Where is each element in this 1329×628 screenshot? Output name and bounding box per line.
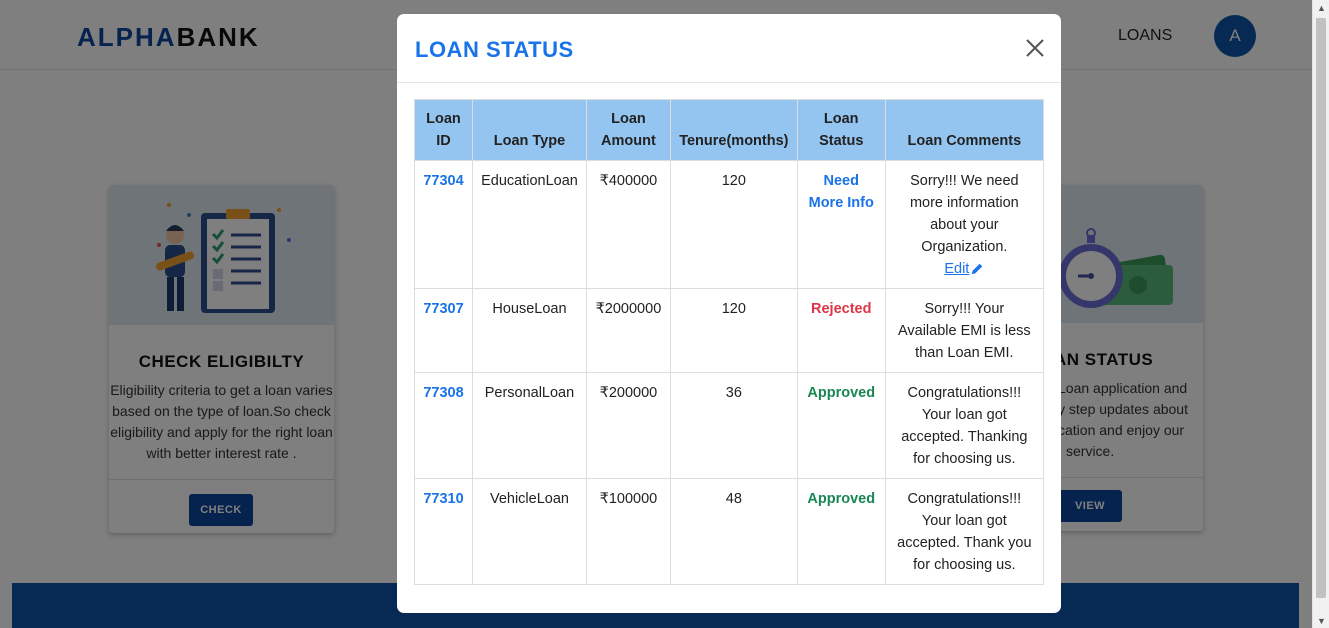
loan-amount-cell: ₹400000 [585,160,671,289]
column-header-loan-amount: Loan Amount [585,99,671,161]
tenure-cell: 48 [669,478,798,585]
loan-type-cell: PersonalLoan [471,372,587,479]
loan-amount-cell: ₹100000 [585,478,671,585]
scroll-up-icon[interactable]: ▲ [1317,3,1326,13]
loan-amount-cell: ₹200000 [585,372,671,479]
loan-status-cell: Need More Info [796,160,886,289]
loan-comments-cell: Congratulations!!! Your loan got accepte… [884,478,1045,585]
scroll-thumb[interactable] [1316,18,1326,598]
column-header-loan-id: Loan ID [414,99,473,161]
table-row: 77310 VehicleLoan ₹100000 48 Approved Co… [414,478,1045,585]
loan-status-table: Loan ID Loan Type Loan Amount Tenure(mon… [414,99,1045,585]
edit-link[interactable]: Edit [944,258,984,280]
comment-text: Sorry!!! We need more information about … [909,173,1019,255]
loan-comments-cell: Congratulations!!! Your loan got accepte… [884,372,1045,479]
loan-comments-cell: Sorry!!! We need more information about … [884,160,1045,289]
table-row: 77304 EducationLoan ₹400000 120 Need Mor… [414,160,1045,289]
pencil-icon [972,263,983,275]
modal-header: LOAN STATUS [397,14,1061,83]
loan-type-cell: EducationLoan [471,160,587,289]
loan-comments-cell: Sorry!!! Your Available EMI is less than… [884,288,1045,373]
loan-status-cell: Rejected [796,288,886,373]
scroll-down-icon[interactable]: ▼ [1317,616,1326,626]
tenure-cell: 120 [669,288,798,373]
tenure-cell: 36 [669,372,798,479]
column-header-loan-comments: Loan Comments [884,99,1045,161]
loan-status-cell: Approved [796,372,886,479]
table-row: 77307 HouseLoan ₹2000000 120 Rejected So… [414,288,1045,373]
loan-type-cell: VehicleLoan [471,478,587,585]
loan-id-cell[interactable]: 77304 [414,160,473,289]
scrollbar[interactable]: ▲ ▼ [1312,0,1329,628]
table-row: 77308 PersonalLoan ₹200000 36 Approved C… [414,372,1045,479]
loan-type-cell: HouseLoan [471,288,587,373]
loan-id-cell[interactable]: 77308 [414,372,473,479]
tenure-cell: 120 [669,160,798,289]
loan-status-cell: Approved [796,478,886,585]
modal-title: LOAN STATUS [415,37,574,62]
loan-id-cell[interactable]: 77307 [414,288,473,373]
column-header-loan-status: Loan Status [796,99,886,161]
table-header-row: Loan ID Loan Type Loan Amount Tenure(mon… [414,99,1045,161]
loan-amount-cell: ₹2000000 [585,288,671,373]
loan-id-cell[interactable]: 77310 [414,478,473,585]
loan-status-modal: LOAN STATUS Loan ID Loan Type Loan Amoun… [397,14,1061,613]
column-header-loan-type: Loan Type [471,99,587,161]
close-icon [1026,39,1044,57]
close-button[interactable] [1023,36,1047,60]
edit-label: Edit [944,261,970,277]
column-header-tenure: Tenure(months) [669,99,798,161]
